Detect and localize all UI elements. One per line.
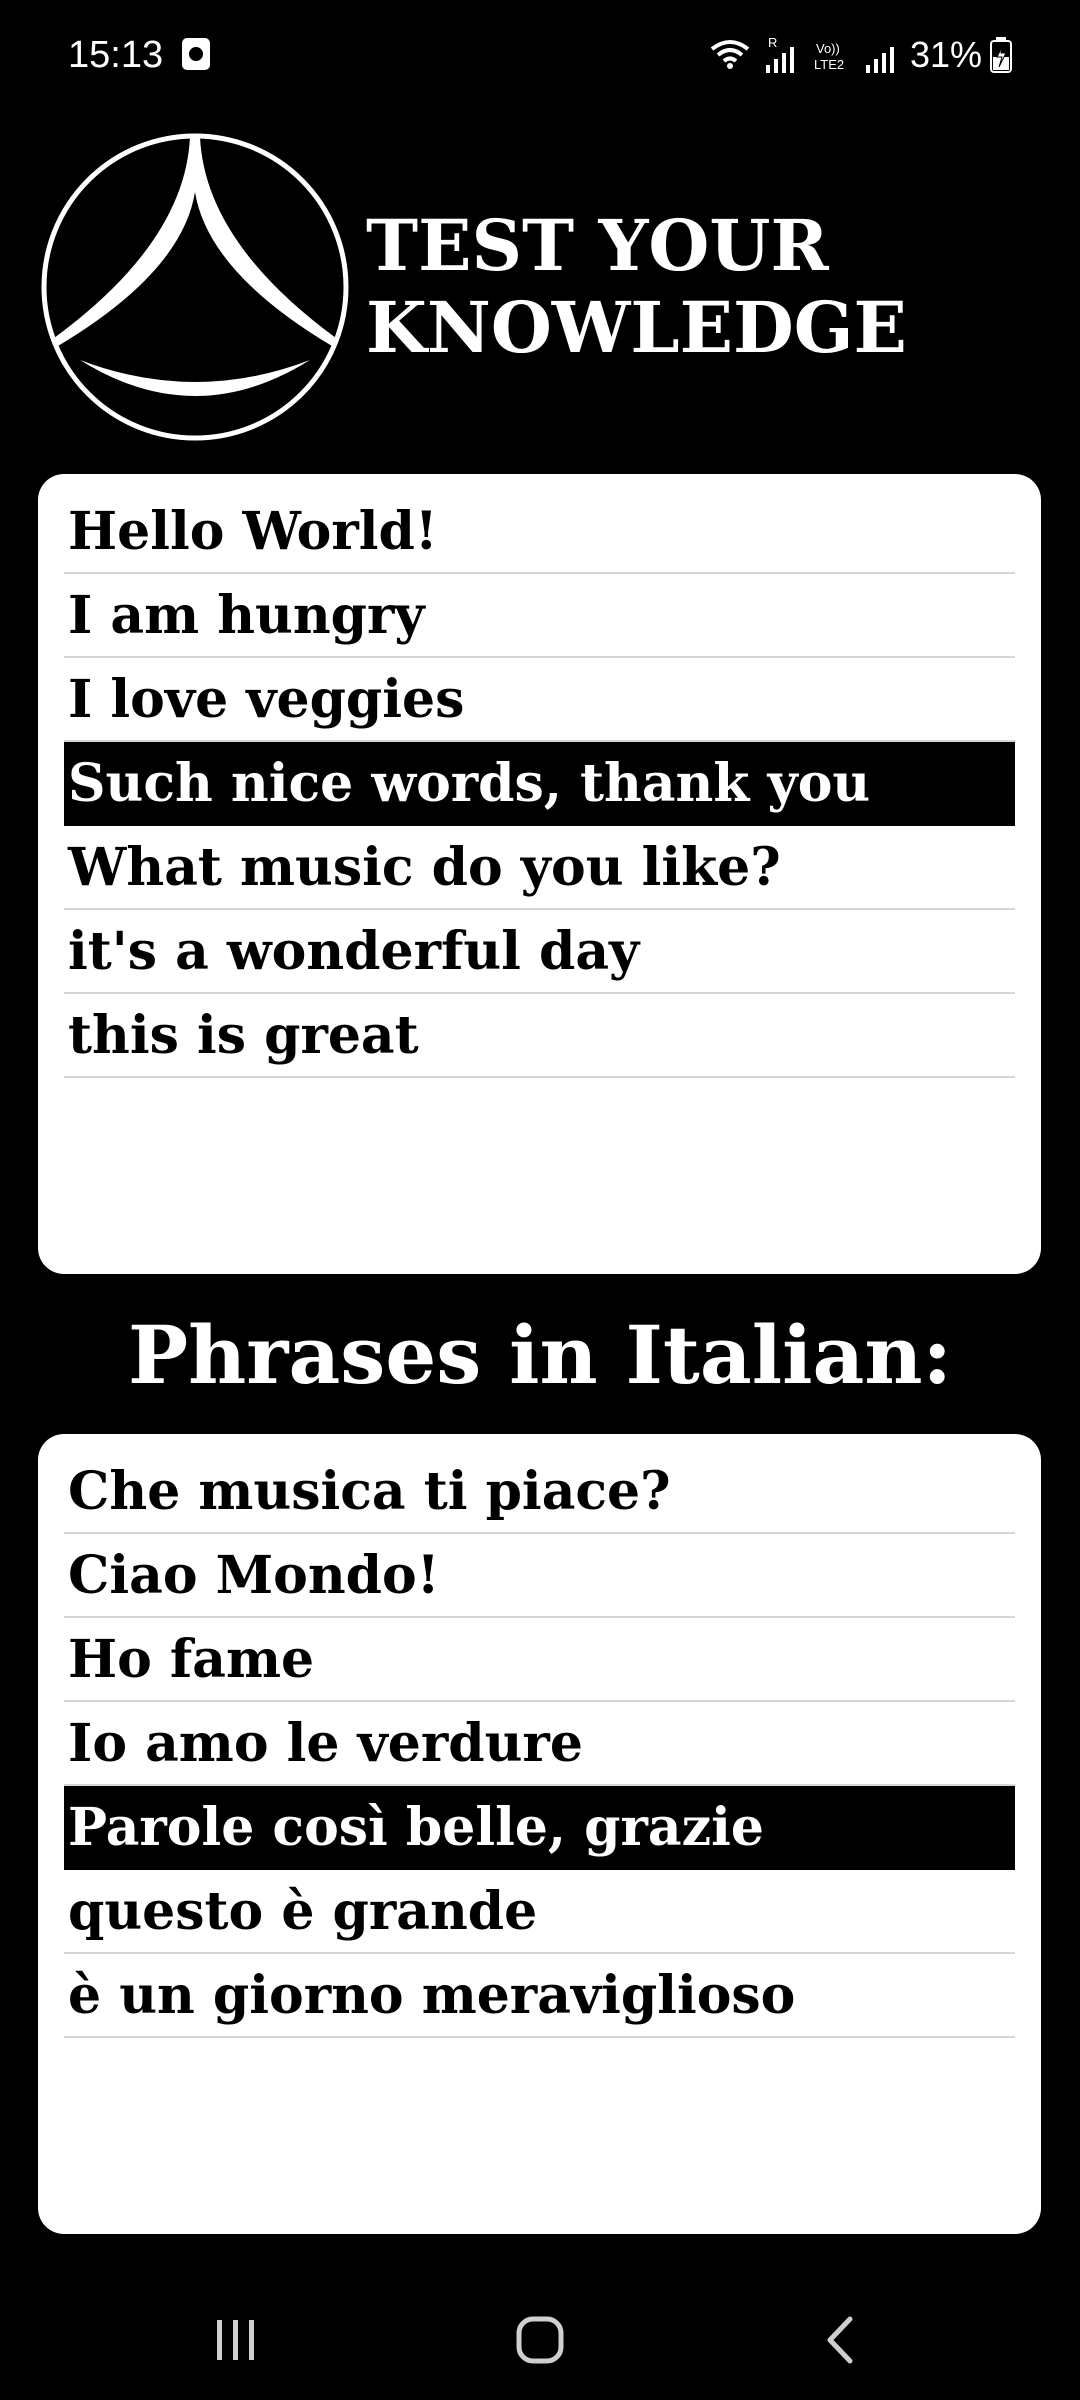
navigation-bar bbox=[0, 2280, 1080, 2400]
list-item-italian-1[interactable]: Ciao Mondo! bbox=[64, 1534, 1015, 1618]
home-icon bbox=[516, 2316, 564, 2364]
page-title-line2: KNOWLEDGE bbox=[366, 286, 907, 369]
list-item-italian-3[interactable]: Io amo le verdure bbox=[64, 1702, 1015, 1786]
back-button[interactable] bbox=[800, 2310, 880, 2370]
page-title-line1: TEST YOUR bbox=[366, 204, 829, 287]
volte-icon: Vo)) LTE2 bbox=[814, 41, 844, 72]
list-item-english-3[interactable]: Such nice words, thank you bbox=[64, 742, 1015, 826]
battery-percentage: 31% bbox=[909, 34, 982, 75]
svg-text:LTE2: LTE2 bbox=[814, 57, 844, 72]
back-icon bbox=[827, 2316, 853, 2364]
wifi-icon bbox=[710, 40, 750, 69]
svg-text:Vo)): Vo)) bbox=[816, 41, 840, 56]
status-time: 15:13 bbox=[68, 34, 164, 76]
list-item-english-2[interactable]: I love veggies bbox=[64, 658, 1015, 742]
section-heading: Phrases in Italian: bbox=[127, 1308, 953, 1402]
status-icons: R Vo)) LTE2 31% bbox=[708, 30, 1012, 80]
recent-apps-button[interactable] bbox=[196, 2310, 276, 2370]
signal-icon: R bbox=[765, 35, 794, 73]
home-button[interactable] bbox=[500, 2310, 580, 2370]
list-item-english-6[interactable]: this is great bbox=[64, 994, 1015, 1078]
app-notification-icon bbox=[182, 38, 210, 70]
page-title: TEST YOUR KNOWLEDGE bbox=[366, 205, 1056, 369]
italian-phrases-list: Che musica ti piace? Ciao Mondo! Ho fame… bbox=[38, 1434, 1041, 2234]
roaming-label: R bbox=[768, 35, 777, 50]
list-item-italian-5[interactable]: questo è grande bbox=[64, 1870, 1015, 1954]
english-phrases-list: Hello World! I am hungry I love veggies … bbox=[38, 474, 1041, 1274]
recent-apps-icon bbox=[217, 2320, 254, 2360]
list-item-italian-0[interactable]: Che musica ti piace? bbox=[64, 1450, 1015, 1534]
list-item-english-0[interactable]: Hello World! bbox=[64, 490, 1015, 574]
battery-charging-icon bbox=[990, 37, 1012, 73]
list-item-italian-4[interactable]: Parole così belle, grazie bbox=[64, 1786, 1015, 1870]
list-item-italian-6[interactable]: è un giorno meraviglioso bbox=[64, 1954, 1015, 2038]
signal-icon bbox=[865, 47, 894, 73]
list-item-italian-2[interactable]: Ho fame bbox=[64, 1618, 1015, 1702]
list-item-english-4[interactable]: What music do you like? bbox=[64, 826, 1015, 910]
status-bar: 15:13 R Vo)) LTE2 31% bbox=[0, 0, 1080, 110]
list-item-english-1[interactable]: I am hungry bbox=[64, 574, 1015, 658]
logo-icon bbox=[41, 133, 349, 441]
list-item-english-5[interactable]: it's a wonderful day bbox=[64, 910, 1015, 994]
